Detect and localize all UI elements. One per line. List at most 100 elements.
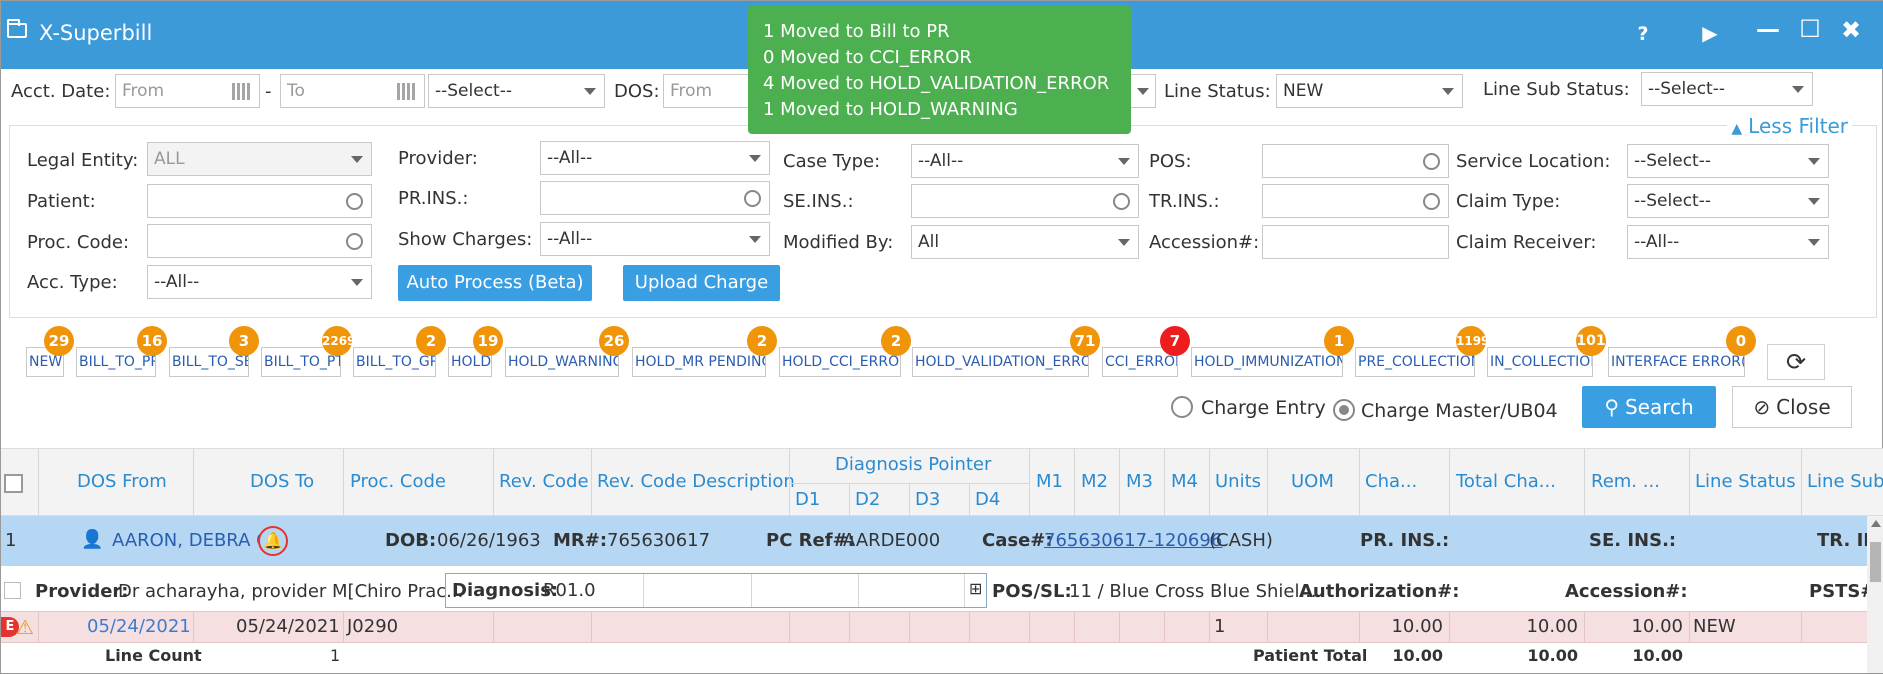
patient-name-link[interactable]: AARON, DEBRA G: [112, 530, 270, 551]
line-sub-status-select[interactable]: --Select--: [1641, 72, 1813, 106]
acct-date-select[interactable]: --Select--: [428, 74, 605, 108]
acct-date-from-placeholder: From: [122, 81, 165, 101]
claim-receiver-select[interactable]: --All--: [1627, 225, 1829, 259]
dos-from-placeholder: From: [670, 81, 713, 101]
charge-entry-radio[interactable]: [1171, 396, 1193, 418]
col-d1[interactable]: D1: [795, 489, 820, 510]
vertical-scrollbar[interactable]: [1867, 516, 1883, 673]
col-d4[interactable]: D4: [975, 489, 1000, 510]
tab-hold-immunization[interactable]: HOLD_IMMUNIZATION: [1191, 347, 1343, 377]
close-button[interactable]: ⊘ Close: [1732, 386, 1852, 428]
warning-icon[interactable]: ⚠: [16, 615, 34, 639]
case-link[interactable]: 765630617-120696: [1044, 530, 1222, 551]
maximize-icon[interactable]: ☐: [1793, 15, 1827, 43]
dos-from-input[interactable]: From: [663, 74, 753, 108]
calendar-icon[interactable]: [397, 83, 417, 100]
case-type-select[interactable]: --All--: [911, 144, 1139, 178]
line-status-select[interactable]: NEW: [1276, 74, 1463, 108]
calendar-icon[interactable]: [232, 83, 252, 100]
upload-charge-button[interactable]: Upload Charge: [623, 265, 780, 301]
line-dos-from-link[interactable]: 05/24/2021: [87, 616, 191, 637]
patient-input[interactable]: [147, 184, 372, 218]
col-units[interactable]: Units: [1215, 471, 1261, 492]
pos-label: POS/SL:: [992, 581, 1072, 602]
scroll-thumb[interactable]: [1870, 542, 1881, 582]
col-m2[interactable]: M2: [1081, 471, 1108, 492]
pos-input[interactable]: [1262, 144, 1449, 178]
diagnosis-box[interactable]: Diagnosis: R01.0 ⊞: [445, 573, 987, 608]
col-uom[interactable]: UOM: [1291, 471, 1334, 492]
col-d3[interactable]: D3: [915, 489, 940, 510]
col-rem[interactable]: Rem. ...: [1591, 471, 1660, 492]
acct-date-from-input[interactable]: From: [115, 74, 260, 108]
claim-type-select[interactable]: --Select--: [1627, 184, 1829, 218]
charge-line-row[interactable]: E ⚠ 05/24/2021 05/24/2021 J0290 1 10.00 …: [1, 611, 1867, 643]
tab-hold-validation-error[interactable]: HOLD_VALIDATION_ERROR: [912, 347, 1089, 377]
service-location-select[interactable]: --Select--: [1627, 144, 1829, 178]
chevron-down-icon: [1118, 158, 1130, 165]
tab-count-badge: 0: [1726, 326, 1756, 356]
show-charges-select[interactable]: --All--: [540, 222, 770, 256]
expand-icon[interactable]: ⊞: [969, 579, 982, 598]
lookup-icon[interactable]: [346, 233, 363, 250]
tab-hold-warning[interactable]: HOLD_WARNING: [505, 347, 619, 377]
tr-ins-input[interactable]: [1262, 184, 1449, 218]
col-dos-to[interactable]: DOS To: [250, 471, 314, 492]
dos-select[interactable]: [1129, 74, 1156, 108]
col-proc-code[interactable]: Proc. Code: [350, 471, 446, 492]
minimize-icon[interactable]: —: [1751, 15, 1785, 43]
search-button[interactable]: ⚲ Search: [1582, 386, 1716, 428]
select-all-checkbox[interactable]: [4, 474, 23, 493]
tab-in-collection[interactable]: IN_COLLECTION: [1487, 347, 1593, 377]
line-sub-status-value: --Select--: [1648, 79, 1725, 99]
modified-by-select[interactable]: All: [911, 225, 1139, 259]
bell-icon[interactable]: 🔔: [258, 526, 288, 556]
patient-row[interactable]: 1 👤 AARON, DEBRA G 🔔 DOB: 06/26/1963 MR#…: [1, 516, 1878, 566]
col-rev-code-description[interactable]: Rev. Code Description: [597, 471, 795, 492]
diagnosis-value: R01.0: [543, 580, 596, 601]
col-charges[interactable]: Cha...: [1365, 471, 1417, 492]
lookup-icon[interactable]: [744, 190, 761, 207]
dob-value: 06/26/1963: [437, 530, 541, 551]
acct-date-to-input[interactable]: To: [280, 74, 425, 108]
se-ins-input[interactable]: [911, 184, 1139, 218]
lookup-icon[interactable]: [1423, 193, 1440, 210]
help-icon[interactable]: ?: [1626, 23, 1660, 45]
lookup-icon[interactable]: [346, 193, 363, 210]
line-proc-code: J0290: [347, 616, 399, 637]
col-rev-code[interactable]: Rev. Code: [499, 471, 589, 492]
provider-select[interactable]: --All--: [540, 141, 770, 175]
proc-code-input[interactable]: [147, 224, 372, 258]
col-m1[interactable]: M1: [1036, 471, 1063, 492]
window-title: X-Superbill: [39, 21, 153, 45]
col-total-charges[interactable]: Total Cha...: [1456, 471, 1556, 492]
case-type-label: Case Type:: [783, 151, 881, 172]
col-line-status[interactable]: Line Status: [1695, 471, 1796, 492]
accession-input[interactable]: [1262, 225, 1449, 259]
chevron-down-icon: [584, 88, 596, 95]
tab-interface-errors[interactable]: INTERFACE ERROR(S): [1608, 347, 1745, 377]
col-dos-from[interactable]: DOS From: [77, 471, 167, 492]
row-checkbox[interactable]: [4, 582, 21, 599]
tab-hold-cci-error[interactable]: HOLD_CCI_ERROR: [779, 347, 901, 377]
pr-ins-input[interactable]: [540, 181, 770, 215]
acc-type-select[interactable]: --All--: [147, 265, 372, 299]
scroll-up-icon[interactable]: [1871, 520, 1881, 527]
chevron-down-icon: [351, 156, 363, 163]
less-filter-link[interactable]: ▲ Less Filter: [1727, 114, 1852, 138]
col-d2[interactable]: D2: [855, 489, 880, 510]
col-m4[interactable]: M4: [1171, 471, 1198, 492]
tab-hold-mr-pending[interactable]: HOLD_MR PENDING: [632, 347, 766, 377]
lookup-icon[interactable]: [1423, 153, 1440, 170]
charge-master-radio[interactable]: [1333, 399, 1355, 421]
col-line-sub-status[interactable]: Line Sub: [1807, 471, 1883, 492]
person-icon: 👤: [81, 529, 104, 550]
close-icon[interactable]: ✖: [1834, 16, 1868, 44]
tab-pre-collection[interactable]: PRE_COLLECTION: [1355, 347, 1475, 377]
col-m3[interactable]: M3: [1126, 471, 1153, 492]
lookup-icon[interactable]: [1113, 193, 1130, 210]
legal-entity-select[interactable]: ALL: [147, 142, 372, 176]
auto-process-button[interactable]: Auto Process (Beta): [398, 265, 592, 301]
play-icon[interactable]: ▶: [1693, 21, 1727, 45]
refresh-icon[interactable]: ⟳: [1767, 344, 1825, 380]
